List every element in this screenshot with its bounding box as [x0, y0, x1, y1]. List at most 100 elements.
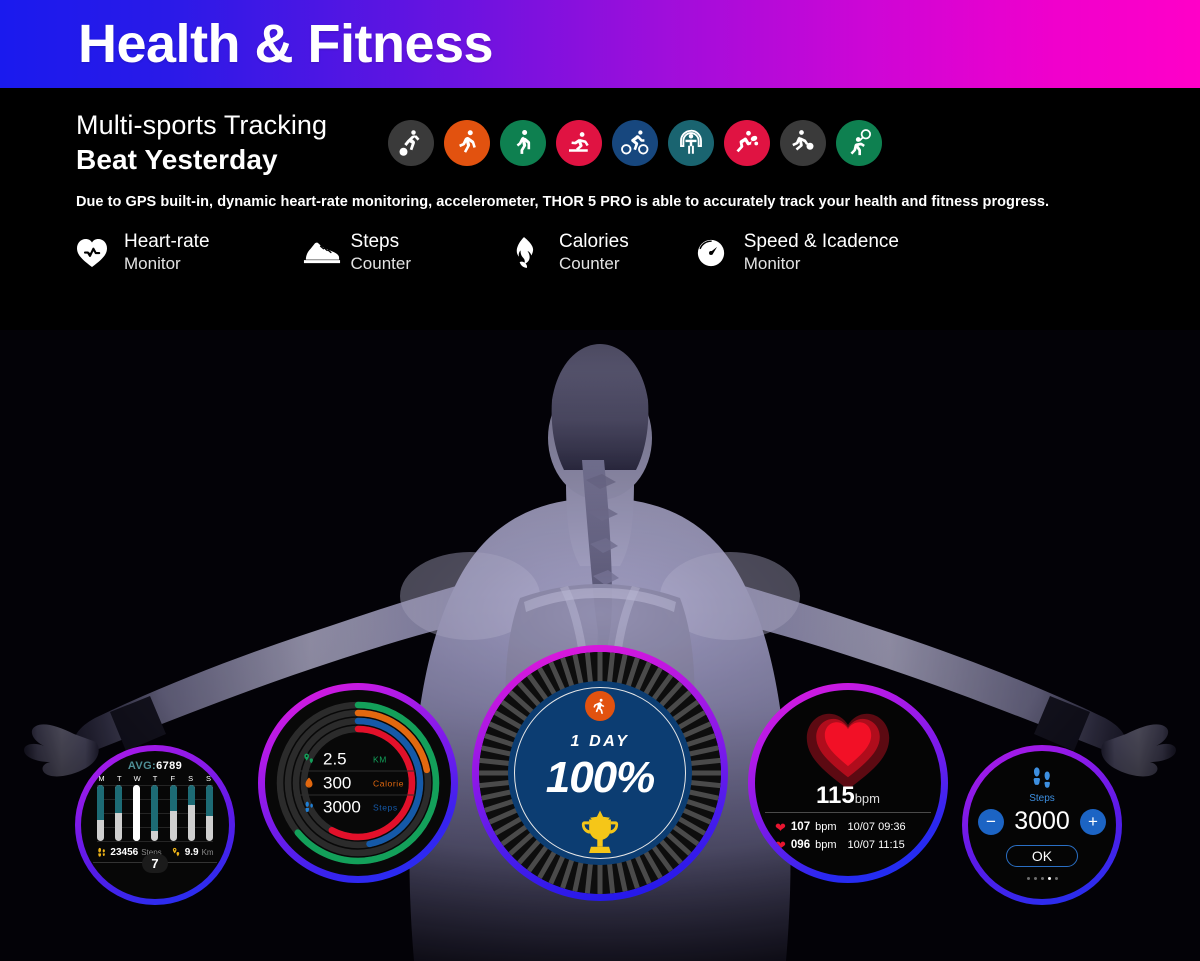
table-tennis-icon: [736, 131, 759, 153]
page-dot[interactable]: [1033, 877, 1037, 880]
percent-value: 100%: [545, 753, 656, 802]
ok-button[interactable]: OK: [1006, 845, 1078, 867]
weekday-label: T: [117, 774, 122, 783]
page-dot[interactable]: [1040, 877, 1044, 880]
history-bpm-unit: bpm: [815, 821, 837, 833]
goal-value[interactable]: 3000: [1011, 807, 1073, 836]
jump-rope-icon: [680, 130, 702, 155]
heart-bullet-icon: ❤: [775, 837, 786, 853]
feature-title: Calories: [559, 231, 629, 253]
feature-title: Heart-rate: [124, 231, 210, 253]
football-icon: [792, 130, 814, 151]
sport-football-icon[interactable]: [780, 120, 826, 167]
sport-badminton-icon[interactable]: [836, 120, 882, 167]
page-dot[interactable]: [1026, 877, 1030, 880]
bpm-history-item: ❤ 096 bpm 10/07 11:15: [775, 836, 906, 854]
walking-icon: [516, 130, 531, 155]
day-bar: [187, 785, 195, 841]
intro-title: Beat Yesterday: [76, 143, 278, 175]
heart-icon: [76, 238, 120, 268]
flame-icon: [305, 777, 312, 788]
intro-description: Due to GPS built-in, dynamic heart-rate …: [76, 193, 1050, 210]
sport-treadmill-icon[interactable]: [556, 120, 602, 167]
avg-label: AVG:: [127, 760, 157, 772]
sport-table-tennis-icon[interactable]: [724, 120, 770, 167]
route-icon: [303, 753, 313, 763]
steps-value: 23456: [110, 847, 139, 858]
ring-stat-unit: Calorie: [373, 778, 405, 788]
bpm-history-list: ❤ 107 bpm 10/07 09:36 ❤ 096 bpm 10/07 11:15: [775, 818, 906, 854]
basketball-icon: [399, 130, 420, 157]
intro-section: Multi-sports Tracking Beat Yesterday Due…: [0, 88, 1200, 274]
sport-basketball-icon[interactable]: [388, 120, 434, 167]
running-icon: [459, 130, 476, 154]
watch-face: 115bpm ❤ 107 bpm 10/07 09:36 ❤ 096 bpm 10/07 11…: [755, 690, 941, 876]
watch-steps-goal[interactable]: Steps − 3000 + OK: [962, 745, 1122, 905]
sport-cycling-icon[interactable]: [612, 120, 658, 167]
history-timestamp: 10/07 11:15: [847, 839, 905, 851]
cycling-icon: [621, 130, 649, 155]
chart-bars: [97, 785, 213, 841]
page-root: Health & Fitness Multi-sports Tracking B…: [0, 0, 1200, 961]
footprints-glyph: [1033, 767, 1050, 788]
feature-flame: Calories Counter: [511, 231, 629, 274]
speedometer-icon: [696, 238, 740, 268]
increase-button[interactable]: +: [1080, 808, 1106, 835]
page-header: Health & Fitness: [0, 0, 1200, 88]
watch-face: Steps − 3000 + OK: [968, 751, 1116, 899]
feature-subtitle: Monitor: [124, 254, 181, 274]
intro-titles: Multi-sports Tracking Beat Yesterday: [76, 110, 384, 177]
trophy-icon: [571, 805, 629, 868]
weekday-label: T: [152, 774, 158, 783]
sport-walking-icon[interactable]: [500, 120, 546, 167]
ring-stat-value: 2.5: [323, 749, 347, 768]
watch-goal-achievement[interactable]: 1 DAY 100%: [472, 645, 728, 901]
page-title: Health & Fitness: [78, 14, 494, 74]
page-dot[interactable]: [1047, 877, 1051, 880]
page-indicator: [968, 877, 1116, 880]
page-dot[interactable]: [1054, 877, 1058, 880]
decrease-button[interactable]: −: [978, 808, 1004, 835]
day-badge: 7: [142, 854, 168, 873]
weekday-label: F: [170, 774, 176, 783]
steps-icon: [304, 801, 313, 812]
day-bar: [169, 785, 177, 841]
steps-icon: [300, 800, 317, 814]
walking-icon: [585, 691, 615, 721]
weekly-bar-chart: [97, 785, 213, 842]
feature-heart: Heart-rate Monitor: [76, 231, 210, 274]
flame-icon: [300, 776, 317, 790]
heart-glyph: [77, 238, 107, 267]
day-bar: [115, 785, 123, 841]
route-icon: [172, 847, 179, 857]
walking-glyph: [593, 698, 605, 714]
bpm-value: 115: [815, 782, 855, 809]
flame-glyph: [516, 237, 534, 269]
goal-label: Steps: [1029, 793, 1055, 804]
sport-running-icon[interactable]: [444, 120, 490, 167]
feature-speedometer: Speed & Icadence Monitor: [696, 231, 899, 274]
watch-weekly-steps[interactable]: AVG:6789 MTWTFSS 23456 Steps 9.9 Km 7: [75, 745, 235, 905]
weekday-label: W: [133, 774, 141, 783]
treadmill-icon: [569, 132, 589, 153]
current-bpm: 115bpm: [755, 782, 941, 810]
weekday-label: M: [98, 774, 105, 783]
history-bpm-value: 096: [790, 839, 811, 851]
day-bar: [205, 785, 213, 841]
shoe-glyph: [303, 243, 340, 264]
period-label: 1 DAY: [570, 733, 630, 750]
divider: [765, 812, 931, 813]
intro-subtitle: Multi-sports Tracking: [76, 110, 328, 140]
watch-heart-rate[interactable]: 115bpm ❤ 107 bpm 10/07 09:36 ❤ 096 bpm 10/07 11…: [748, 683, 948, 883]
flame-icon: [511, 236, 555, 269]
history-bpm-value: 107: [790, 821, 811, 833]
footprints-icon: [968, 765, 1116, 796]
ring-stat-value: 300: [323, 773, 352, 792]
watch-activity-rings[interactable]: 2.5 KM 300 Calorie 3000 Steps: [258, 683, 458, 883]
speedometer-glyph: [697, 239, 724, 266]
rings-stats: 2.5 KM 300 Calorie 3000 Steps: [300, 748, 416, 819]
history-bpm-unit: bpm: [815, 839, 837, 851]
sport-jump-rope-icon[interactable]: [668, 120, 714, 167]
distance-unit: Km: [201, 848, 214, 857]
